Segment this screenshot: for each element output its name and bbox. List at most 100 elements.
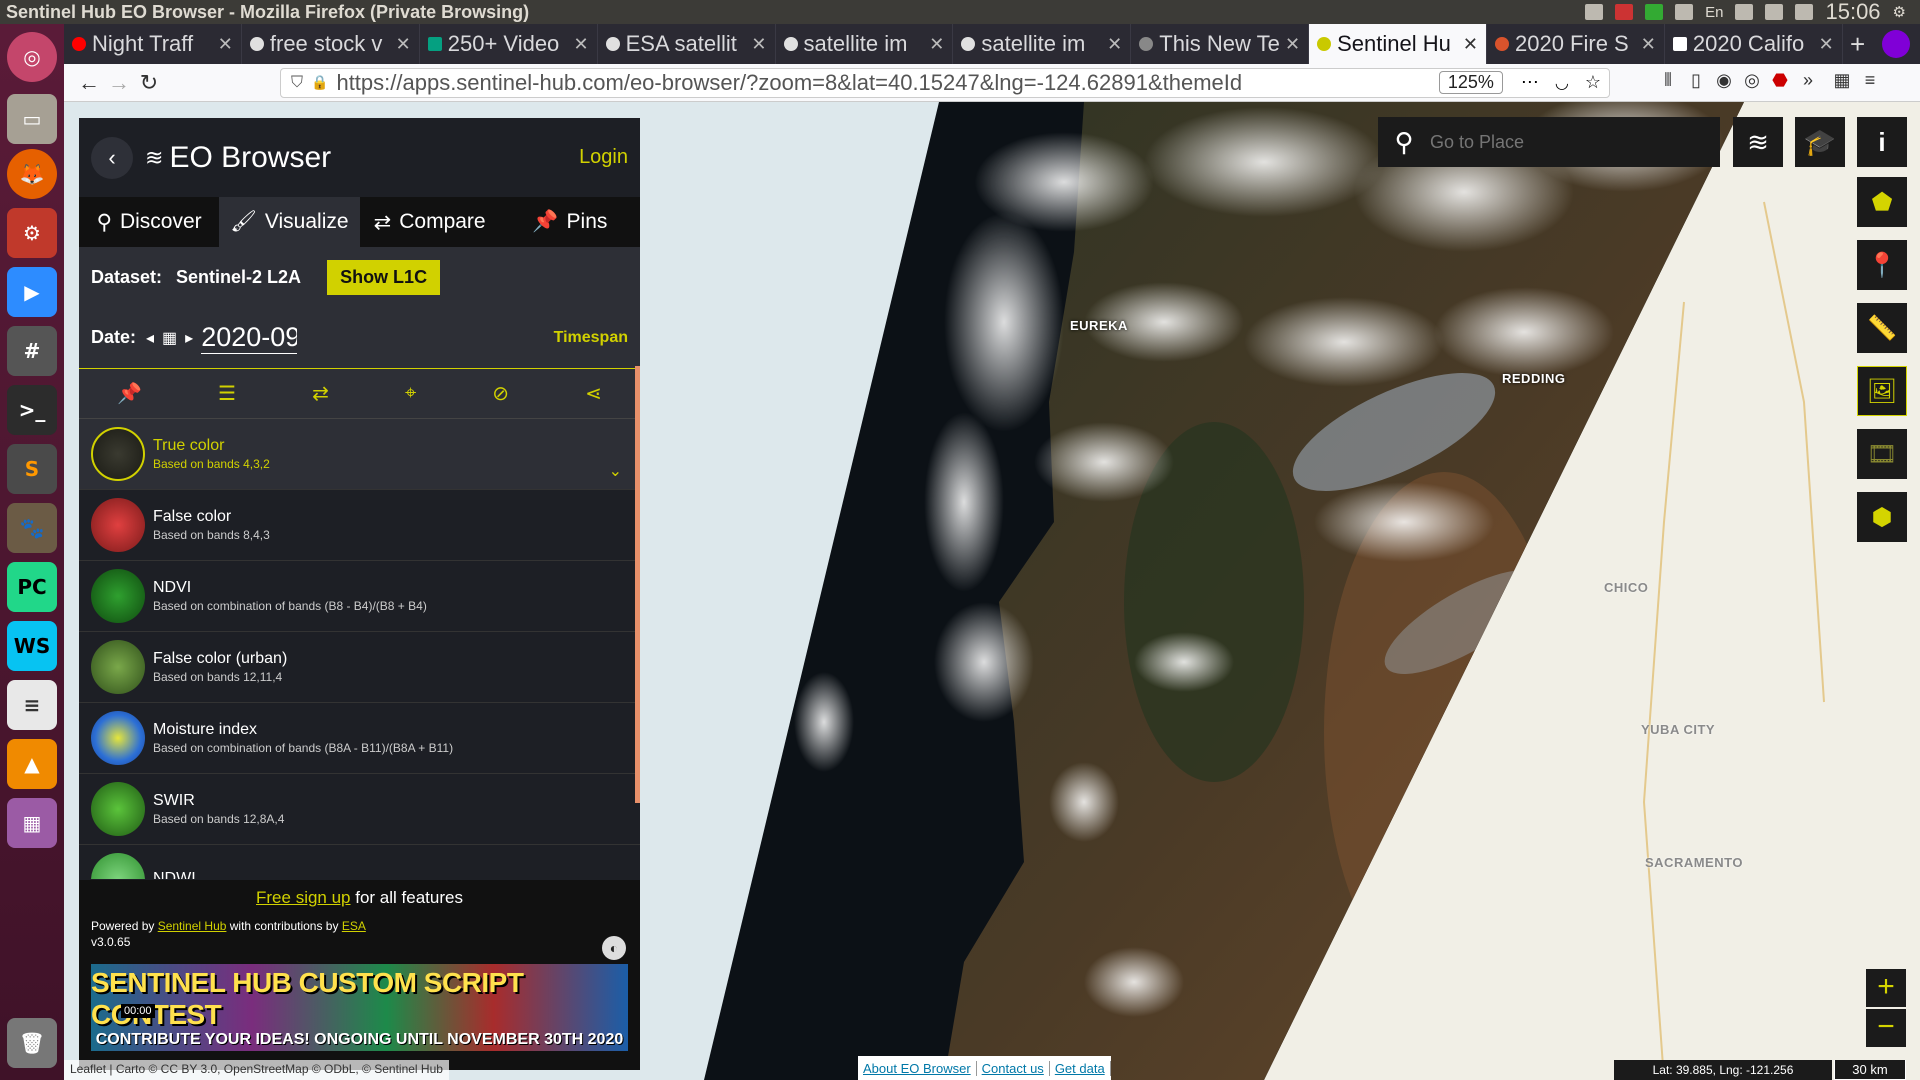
files-icon[interactable]: ▭ (7, 94, 57, 144)
login-link[interactable]: Login (579, 146, 628, 169)
workspace-switcher-icon[interactable]: ▦ (7, 798, 57, 848)
url-text[interactable]: https://apps.sentinel-hub.com/eo-browser… (336, 70, 1438, 96)
3d-view-tool[interactable]: ⬢ (1857, 492, 1907, 542)
sidebar-icon[interactable]: ▯ (1686, 70, 1706, 92)
close-icon[interactable]: ✕ (396, 34, 411, 55)
poi-marker-tool[interactable]: 📍 (1857, 240, 1907, 290)
recorder-icon[interactable] (1615, 4, 1634, 20)
browser-tab[interactable]: 250+ Video ✕ (420, 24, 598, 64)
browser-tab[interactable]: satellite im ✕ (776, 24, 954, 64)
sliders-icon[interactable]: ☰ (218, 381, 236, 406)
chevron-double-down-icon[interactable]: ⌄ (609, 461, 622, 481)
browser-tab[interactable]: 2020 Califo ✕ (1665, 24, 1843, 64)
contact-link[interactable]: Contact us (977, 1060, 1050, 1076)
close-icon[interactable]: ✕ (1819, 34, 1834, 55)
page-actions-icon[interactable]: ⋯ (1521, 72, 1539, 93)
visibility-off-icon[interactable]: ⊘ (492, 381, 509, 406)
download-image-tool[interactable]: 🖼 (1857, 366, 1907, 416)
pocket-icon[interactable]: ◡ (1555, 73, 1569, 93)
close-icon[interactable]: ✕ (1463, 34, 1478, 55)
bookmark-star-icon[interactable]: ☆ (1585, 72, 1601, 93)
browser-tab[interactable]: free stock v ✕ (242, 24, 420, 64)
back-button[interactable]: ← (74, 70, 104, 96)
compare-icon[interactable]: ⇄ (312, 381, 329, 406)
search-icon[interactable]: ⚲ (1378, 127, 1430, 158)
zoom-in-button[interactable]: + (1866, 969, 1906, 1007)
tab-visualize[interactable]: 🖌 Visualize (219, 197, 360, 247)
layer-item[interactable]: SWIR Based on bands 12,8A,4 (79, 774, 640, 845)
calendar-icon[interactable]: ▦ (162, 328, 177, 348)
zoom-out-button[interactable]: − (1866, 1009, 1906, 1047)
zoom-level-badge[interactable]: 125% (1438, 71, 1503, 94)
get-data-link[interactable]: Get data (1050, 1060, 1111, 1076)
library-icon[interactable]: ⫴ (1658, 70, 1678, 92)
browser-tab[interactable]: This New Te ✕ (1131, 24, 1310, 64)
new-tab-button[interactable]: + (1843, 24, 1873, 64)
next-date-icon[interactable]: ▸ (185, 328, 193, 348)
calculator-icon[interactable]: # (7, 326, 57, 376)
education-button[interactable]: 🎓 (1795, 117, 1845, 167)
layer-item[interactable]: False color Based on bands 8,4,3 (79, 490, 640, 561)
esa-link[interactable]: ESA (342, 919, 366, 933)
tab-compare[interactable]: ⇄ Compare (360, 197, 500, 247)
overflow-chevron-icon[interactable]: » (1798, 70, 1818, 92)
forward-button[interactable]: → (104, 70, 134, 96)
webstorm-icon[interactable]: WS (7, 621, 57, 671)
pycharm-icon[interactable]: PC (7, 562, 57, 612)
contest-banner[interactable]: SENTINEL HUB CUSTOM SCRIPT CONTEST CONTR… (91, 964, 628, 1051)
skype-icon[interactable] (1585, 4, 1604, 20)
theme-toggle-icon[interactable]: ◐ (602, 936, 626, 960)
layer-list-scrollbar[interactable] (635, 366, 640, 803)
close-icon[interactable]: ✕ (218, 34, 233, 55)
layer-item[interactable]: True color Based on bands 4,3,2 ⌄ (79, 419, 640, 490)
layer-item[interactable]: NDWI (79, 845, 640, 879)
private-mask-icon[interactable]: ◉ (1714, 70, 1734, 92)
pin-icon[interactable]: 📌 (117, 381, 142, 406)
firefox-icon[interactable]: 🦊 (7, 149, 57, 199)
trash-icon[interactable]: 🗑 (7, 1018, 57, 1068)
browser-tab-active[interactable]: Sentinel Hu ✕ (1309, 24, 1487, 64)
text-editor-icon[interactable]: ≡ (7, 680, 57, 730)
sublime-text-icon[interactable]: S (7, 444, 57, 494)
timespan-toggle[interactable]: Timespan (554, 329, 628, 347)
crosshair-icon[interactable]: ⌖ (405, 382, 416, 405)
mail-icon[interactable] (1735, 4, 1754, 20)
adblock-icon[interactable]: ⬣ (1770, 70, 1790, 92)
close-icon[interactable]: ✕ (751, 34, 766, 55)
show-l1c-button[interactable]: Show L1C (327, 259, 441, 295)
settings-icon[interactable]: ⚙ (7, 208, 57, 258)
layer-item[interactable]: False color (urban) Based on bands 12,11,… (79, 632, 640, 703)
updates-icon[interactable] (1645, 4, 1664, 20)
tab-discover[interactable]: ⚲ Discover (79, 197, 219, 247)
share-icon[interactable]: ⋖ (585, 381, 602, 406)
info-button[interactable]: i (1857, 117, 1907, 167)
zoom-icon[interactable]: ▶ (7, 267, 57, 317)
measure-tool[interactable]: 📏 (1857, 303, 1907, 353)
collapse-panel-button[interactable]: ‹ (91, 136, 133, 179)
close-icon[interactable]: ✕ (1285, 34, 1300, 55)
gimp-icon[interactable]: 🐾 (7, 503, 57, 553)
aoi-polygon-tool[interactable]: ⬟ (1857, 177, 1907, 227)
layers-button[interactable]: ≋ (1733, 117, 1783, 167)
menu-icon[interactable]: ≡ (1860, 70, 1880, 92)
browser-tab[interactable]: Night Traff ✕ (64, 24, 242, 64)
close-icon[interactable]: ✕ (929, 34, 944, 55)
date-input[interactable]: 2020-09 (201, 322, 298, 354)
clock[interactable]: 15:06 (1825, 0, 1880, 25)
about-link[interactable]: About EO Browser (858, 1060, 977, 1076)
volume-icon[interactable] (1795, 4, 1814, 20)
vlc-icon[interactable]: ▲ (7, 739, 57, 789)
layer-item[interactable]: NDVI Based on combination of bands (B8 - … (79, 561, 640, 632)
keyboard-layout-indicator[interactable]: En (1705, 4, 1723, 21)
layer-item[interactable]: Moisture index Based on combination of ba… (79, 703, 640, 774)
reload-button[interactable]: ↻ (134, 70, 164, 96)
battery-icon[interactable] (1765, 4, 1784, 20)
close-icon[interactable]: ✕ (1641, 34, 1656, 55)
free-signup-link[interactable]: Free sign up (256, 888, 351, 907)
shield-icon[interactable]: ⛉ (291, 74, 303, 92)
gear-icon[interactable]: ⚙ (1893, 3, 1906, 21)
previous-date-icon[interactable]: ◂ (146, 328, 154, 348)
extensions-icon[interactable]: ▦ (1832, 70, 1852, 92)
browser-tab[interactable]: satellite im ✕ (953, 24, 1132, 64)
timelapse-tool[interactable]: 🎞 (1857, 429, 1907, 479)
